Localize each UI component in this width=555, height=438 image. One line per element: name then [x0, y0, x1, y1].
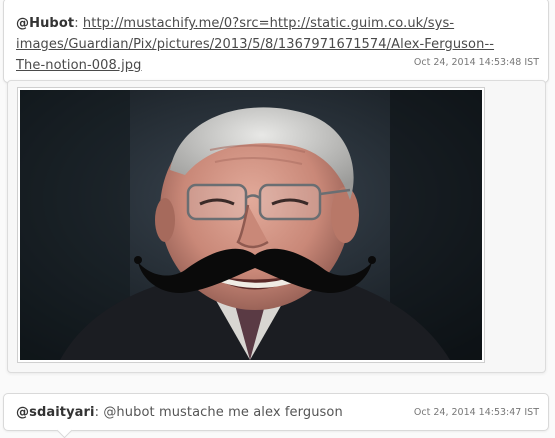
image-preview[interactable]	[17, 87, 485, 363]
chat-transcript: @Hubot: http://mustachify.me/0?src=http:…	[0, 0, 555, 438]
username-separator: :	[74, 16, 83, 31]
bubble-pointer	[56, 422, 73, 438]
message-timestamp: Oct 24, 2014 14:53:48 IST	[413, 57, 539, 68]
mustachified-photo	[20, 90, 482, 360]
message-bubble-hubot: @Hubot: http://mustachify.me/0?src=http:…	[3, 0, 549, 91]
message-timestamp: Oct 24, 2014 14:53:47 IST	[413, 407, 539, 418]
message-bubble-sdaityari: @sdaityari: @hubot mustache me alex ferg…	[3, 393, 549, 438]
image-preview-card	[7, 80, 546, 373]
message-body: @hubot mustache me alex ferguson	[103, 405, 343, 420]
message-username[interactable]: @Hubot	[16, 16, 74, 31]
message-username[interactable]: @sdaityari	[16, 405, 95, 420]
